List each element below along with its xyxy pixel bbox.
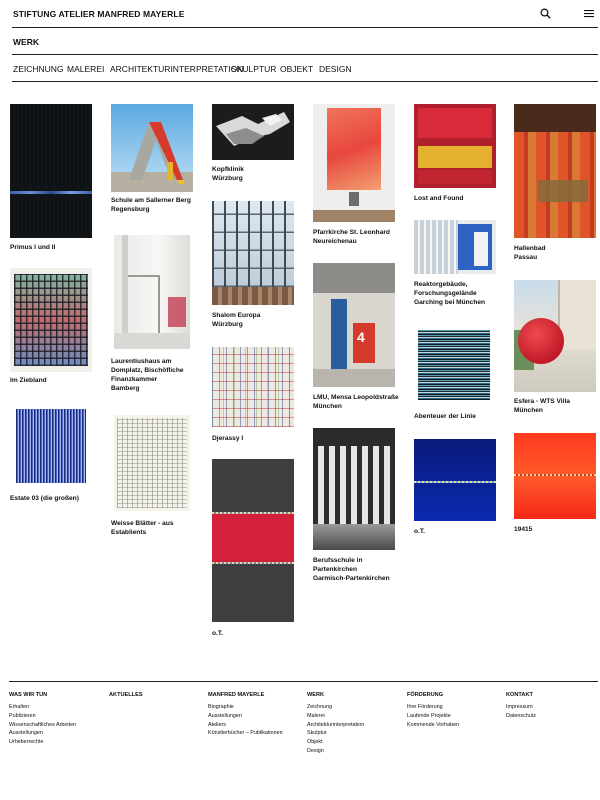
work-image[interactable] [114, 235, 190, 349]
footer-link[interactable]: Impressum [506, 703, 594, 712]
footer-link[interactable]: Kommende Vorhaben [407, 721, 505, 730]
footer-col-was-wir-tun: WAS WIR TUN Erhalten Publizieren Wissens… [9, 692, 107, 747]
work-caption[interactable]: Abenteuer der Linie [414, 412, 506, 421]
footer-link[interactable]: Architekturinterpretation [307, 721, 405, 730]
work-caption[interactable]: Primus I und II [10, 243, 102, 252]
work-image[interactable] [111, 104, 193, 192]
footer-link[interactable]: Wissenschaftliches Arbeiten [9, 721, 107, 730]
footer-heading[interactable]: FÖRDERUNG [407, 692, 505, 698]
section-title: WERK [13, 37, 39, 47]
work-caption[interactable]: Kopfklinik Würzburg [212, 165, 304, 183]
work-caption[interactable]: 19415 [514, 525, 600, 534]
site-footer: WAS WIR TUN Erhalten Publizieren Wissens… [9, 681, 598, 754]
category-architekturinterpretation[interactable]: ARCHITEKTURINTERPRETATION [110, 64, 243, 74]
category-objekt[interactable]: OBJEKT [280, 64, 313, 74]
work-image[interactable] [212, 459, 294, 622]
footer-link[interactable]: Publizieren [9, 712, 107, 721]
work-caption[interactable]: o.T. [414, 527, 506, 536]
footer-link[interactable]: Ihre Förderung [407, 703, 505, 712]
footer-heading[interactable]: WERK [307, 692, 405, 698]
work-caption[interactable]: Shalom Europa Würzburg [212, 311, 304, 329]
top-bar: STIFTUNG ATELIER MANFRED MAYERLE [12, 0, 598, 28]
work-image[interactable]: 4 [313, 263, 395, 387]
work-image[interactable] [212, 104, 294, 160]
footer-link[interactable]: Objekt [307, 738, 405, 747]
category-skulptur[interactable]: SKULPTUR [231, 64, 276, 74]
work-image[interactable] [212, 347, 294, 427]
work-caption[interactable]: Djerassy I [212, 434, 304, 443]
work-caption[interactable]: LMU, Mensa Leopoldstraße München [313, 393, 405, 411]
work-caption[interactable]: Laurentiushaus am Domplatz, Bischöfliche… [111, 357, 203, 393]
work-image[interactable] [313, 104, 395, 222]
work-image[interactable] [16, 409, 86, 483]
footer-link[interactable]: Urheberrechte [9, 738, 107, 747]
work-image[interactable] [414, 220, 496, 274]
footer-link[interactable]: Malerei [307, 712, 405, 721]
category-malerei[interactable]: MALEREI [67, 64, 104, 74]
footer-link[interactable]: Ausstellungen [9, 729, 107, 738]
footer-col-werk: WERK Zeichnung Malerei Architekturinterp… [307, 692, 405, 756]
footer-link[interactable]: Biographie [208, 703, 306, 712]
work-caption[interactable]: Weisse Blätter - aus Establients [111, 519, 203, 537]
work-caption[interactable]: Pfarrkirche St. Leonhard Neureichenau [313, 228, 405, 246]
footer-link[interactable]: Erhalten [9, 703, 107, 712]
footer-link[interactable]: Laufende Projekte [407, 712, 505, 721]
footer-link[interactable]: Datenschutz [506, 712, 594, 721]
footer-heading[interactable]: MANFRED MAYERLE [208, 692, 306, 698]
category-zeichnung[interactable]: ZEICHNUNG [13, 64, 64, 74]
work-caption[interactable]: Esfera - WTS Villa München [514, 397, 600, 415]
work-caption[interactable]: o.T. [212, 629, 304, 638]
work-image[interactable] [313, 428, 395, 550]
footer-link[interactable]: Skulptur [307, 729, 405, 738]
footer-link[interactable]: Design [307, 747, 405, 756]
footer-link[interactable]: Zeichnung [307, 703, 405, 712]
work-image[interactable] [414, 104, 496, 188]
category-design[interactable]: DESIGN [319, 64, 352, 74]
work-caption[interactable]: Im Ziebland [10, 376, 102, 385]
footer-link[interactable]: Künstlerbücher – Publikationen [208, 729, 306, 738]
footer-link[interactable]: Ateliers [208, 721, 306, 730]
work-caption[interactable]: Berufsschule in Partenkirchen Garmisch-P… [313, 556, 405, 583]
work-image[interactable] [212, 201, 294, 305]
site-title[interactable]: STIFTUNG ATELIER MANFRED MAYERLE [13, 9, 184, 19]
footer-col-kontakt: KONTAKT Impressum Datenschutz [506, 692, 594, 721]
work-image[interactable] [514, 104, 596, 238]
work-caption[interactable]: Lost and Found [414, 194, 506, 203]
category-nav: ZEICHNUNG MALEREI ARCHITEKTURINTERPRETAT… [12, 54, 598, 82]
hamburger-menu-icon[interactable] [584, 9, 594, 18]
footer-heading[interactable]: KONTAKT [506, 692, 594, 698]
footer-heading[interactable]: WAS WIR TUN [9, 692, 107, 698]
work-caption[interactable]: Estate 03 (die großen) [10, 494, 102, 503]
work-caption[interactable]: Schule am Sallerner Berg Regensburg [111, 196, 203, 214]
pillar-number-decoration: 4 [357, 329, 365, 345]
section-header: WERK [12, 27, 598, 55]
work-image[interactable] [10, 268, 92, 372]
work-caption[interactable]: Reaktorgebäude, Forschungsgelände Garchi… [414, 280, 506, 307]
work-caption[interactable]: Hallenbad Passau [514, 244, 600, 262]
footer-col-foerderung: FÖRDERUNG Ihre Förderung Laufende Projek… [407, 692, 505, 729]
work-image[interactable] [414, 439, 496, 521]
work-image[interactable] [114, 415, 190, 511]
search-icon[interactable] [540, 8, 551, 19]
footer-link[interactable]: Ausstellungen [208, 712, 306, 721]
footer-heading[interactable]: AKTUELLES [109, 692, 207, 698]
work-image[interactable] [10, 104, 92, 238]
footer-col-aktuelles: AKTUELLES [109, 692, 207, 703]
work-image[interactable] [514, 433, 596, 519]
footer-col-manfred-mayerle: MANFRED MAYERLE Biographie Ausstellungen… [208, 692, 306, 738]
work-image[interactable] [418, 330, 490, 400]
work-image[interactable] [514, 280, 596, 392]
